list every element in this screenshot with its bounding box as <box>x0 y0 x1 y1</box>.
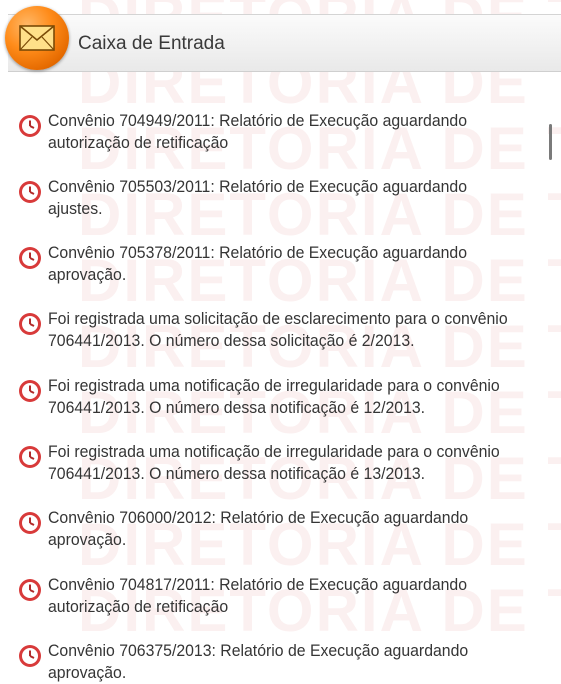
message-text: Foi registrada uma solicitação de esclar… <box>48 309 508 350</box>
message-text: Convênio 704949/2011: Relatório de Execu… <box>48 111 467 152</box>
scrollbar-thumb[interactable] <box>549 124 552 160</box>
message-text: Convênio 706000/2012: Relatório de Execu… <box>48 508 469 549</box>
message-text: Foi registrada uma notificação de irregu… <box>48 376 500 417</box>
clock-icon <box>19 380 41 402</box>
envelope-icon <box>5 6 69 70</box>
clock-icon <box>19 446 41 468</box>
clock-icon <box>19 313 41 335</box>
message-text: Foi registrada uma notificação de irregu… <box>48 442 500 483</box>
clock-icon <box>19 115 41 137</box>
message-text: Convênio 705378/2011: Relatório de Execu… <box>48 243 467 284</box>
inbox-title: Caixa de Entrada <box>78 33 225 54</box>
inbox-header: Caixa de Entrada <box>8 14 561 72</box>
clock-icon <box>19 247 41 269</box>
message-text: Convênio 706375/2013: Relatório de Execu… <box>48 641 469 682</box>
message-text: Convênio 704817/2011: Relatório de Execu… <box>48 575 467 616</box>
clock-icon <box>19 645 41 667</box>
clock-icon <box>19 579 41 601</box>
clock-icon <box>19 181 41 203</box>
clock-icon <box>19 512 41 534</box>
message-text: Convênio 705503/2011: Relatório de Execu… <box>48 177 467 218</box>
